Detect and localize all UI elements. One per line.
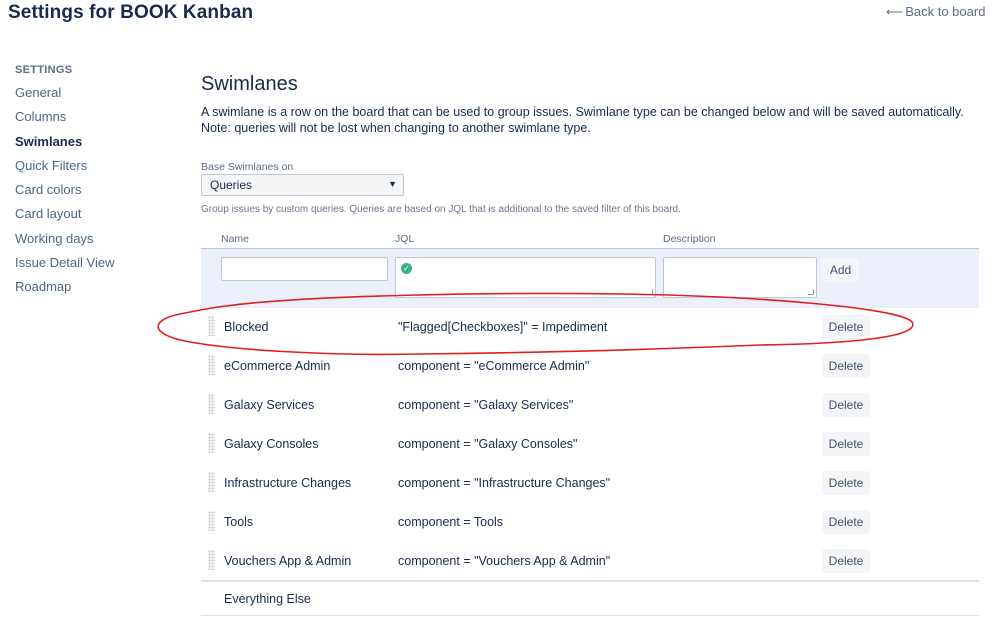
swimlane-name[interactable]: eCommerce Admin [224,359,330,373]
delete-swimlane-button[interactable]: Delete [822,393,870,417]
column-header-name: Name [221,233,250,245]
swimlane-jql[interactable]: component = "Vouchers App & Admin" [398,554,610,568]
sidebar-item-working-days[interactable]: Working days [15,230,155,254]
new-swimlane-jql-input[interactable]: ✓ [395,257,656,298]
column-header-jql: JQL [395,233,415,245]
swimlane-row: Galaxy Services component = "Galaxy Serv… [201,386,979,425]
drag-handle-icon[interactable] [208,355,215,375]
sidebar-item-roadmap[interactable]: Roadmap [15,278,155,302]
section-title: Swimlanes [201,73,298,95]
sidebar-item-swimlanes[interactable]: Swimlanes [15,133,155,157]
swimlane-name[interactable]: Tools [224,515,253,529]
drag-handle-icon[interactable] [208,316,215,336]
sidebar-item-general[interactable]: General [15,84,155,108]
swimlane-row: Tools component = Tools Delete [201,503,979,542]
new-swimlane-name-input[interactable] [221,257,388,281]
base-swimlanes-label: Base Swimlanes on [201,161,294,173]
add-swimlane-button[interactable]: Add [822,258,859,282]
swimlane-name[interactable]: Infrastructure Changes [224,476,351,490]
page-title: Settings for BOOK Kanban [8,2,254,23]
swimlane-jql[interactable]: component = "Galaxy Consoles" [398,437,577,451]
back-to-board-link[interactable]: ⟵ Back to board [886,4,985,19]
add-swimlane-row: ✓ Add [201,248,979,308]
sidebar-heading: SETTINGS [15,64,73,76]
swimlane-row: Galaxy Consoles component = "Galaxy Cons… [201,425,979,464]
swimlane-name[interactable]: Galaxy Consoles [224,437,319,451]
new-swimlane-description-input[interactable] [663,257,817,298]
swimlane-name[interactable]: Galaxy Services [224,398,314,412]
delete-swimlane-button[interactable]: Delete [822,354,870,378]
back-arrow-icon: ⟵ [886,5,904,19]
check-circle-icon: ✓ [401,263,412,274]
swimlane-jql[interactable]: component = "Infrastructure Changes" [398,476,610,490]
resize-handle-icon[interactable] [808,289,814,295]
delete-swimlane-button[interactable]: Delete [822,471,870,495]
chevron-down-icon: ▼ [388,179,397,189]
swimlane-name[interactable]: Blocked [224,320,268,334]
swimlane-jql[interactable]: "Flagged[Checkboxes]" = Impediment [398,320,607,334]
swimlane-jql[interactable]: component = "eCommerce Admin" [398,359,589,373]
swimlane-row: Vouchers App & Admin component = "Vouche… [201,542,979,581]
column-header-description: Description [663,233,716,245]
swimlanes-description: A swimlane is a row on the board that ca… [201,105,964,135]
base-swimlanes-select[interactable]: Queries ▼ [201,174,404,196]
delete-swimlane-button[interactable]: Delete [822,432,870,456]
resize-handle-icon[interactable] [647,289,653,295]
settings-sidebar: SETTINGS General Columns Swimlanes Quick… [15,64,155,303]
swimlane-row: eCommerce Admin component = "eCommerce A… [201,347,979,386]
sidebar-item-columns[interactable]: Columns [15,108,155,132]
swimlane-row: Blocked "Flagged[Checkboxes]" = Impedime… [201,308,979,347]
drag-handle-icon[interactable] [208,433,215,453]
delete-swimlane-button[interactable]: Delete [822,315,870,339]
swimlane-jql[interactable]: component = Tools [398,515,503,529]
back-to-board-label: Back to board [905,4,986,19]
everything-else-row: Everything Else [201,580,979,616]
delete-swimlane-button[interactable]: Delete [822,549,870,573]
drag-handle-icon[interactable] [208,394,215,414]
drag-handle-icon[interactable] [208,550,215,570]
drag-handle-icon[interactable] [208,472,215,492]
sidebar-item-card-colors[interactable]: Card colors [15,181,155,205]
sidebar-item-issue-detail-view[interactable]: Issue Detail View [15,254,155,278]
sidebar-item-quick-filters[interactable]: Quick Filters [15,157,155,181]
everything-else-label: Everything Else [224,592,311,606]
base-swimlanes-value: Queries [210,178,253,192]
swimlane-name[interactable]: Vouchers App & Admin [224,554,351,568]
drag-handle-icon[interactable] [208,511,215,531]
sidebar-item-card-layout[interactable]: Card layout [15,205,155,229]
delete-swimlane-button[interactable]: Delete [822,510,870,534]
swimlane-jql[interactable]: component = "Galaxy Services" [398,398,573,412]
swimlane-row: Infrastructure Changes component = "Infr… [201,464,979,503]
swimlane-help-text: Group issues by custom queries. Queries … [201,204,681,215]
